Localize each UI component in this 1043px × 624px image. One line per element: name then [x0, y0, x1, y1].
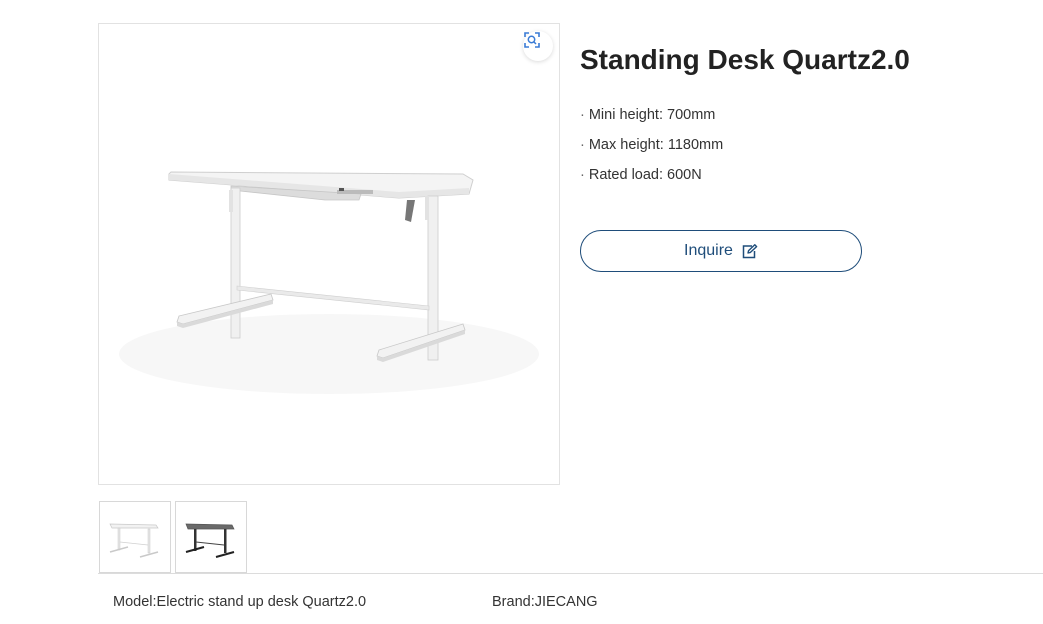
- white-desk-thumbnail-image: [109, 523, 159, 558]
- bullet-dot: ·: [580, 107, 585, 123]
- spec-text: Rated load: 600N: [588, 167, 702, 183]
- dark-desk-thumbnail-image: [185, 523, 235, 558]
- inquire-label: Inquire: [684, 242, 733, 259]
- brand-text: Brand:JIECANG: [492, 594, 598, 610]
- inquire-button[interactable]: Inquire: [580, 230, 862, 272]
- scan-zoom-icon: [524, 32, 540, 48]
- standing-desk-image: [119, 171, 539, 394]
- spec-min-height: · Mini height: 700mm: [580, 105, 723, 135]
- divider: [98, 573, 1043, 574]
- spec-text: Mini height: 700mm: [588, 107, 716, 123]
- spec-max-height: · Max height: 1180mm: [580, 135, 723, 165]
- zoom-button[interactable]: [523, 31, 553, 61]
- bullet-dot: ·: [580, 137, 585, 153]
- main-product-image[interactable]: [98, 23, 560, 485]
- spec-rated-load: · Rated load: 600N: [580, 165, 723, 195]
- spec-text: Max height: 1180mm: [588, 137, 724, 153]
- dark-desk-thumbnail[interactable]: [175, 501, 247, 573]
- edit-icon: [742, 243, 758, 258]
- product-title: Standing Desk Quartz2.0: [580, 44, 910, 75]
- spec-list: · Mini height: 700mm · Max height: 1180mm …: [580, 105, 723, 195]
- bullet-dot: ·: [580, 167, 585, 183]
- model-text: Model:Electric stand up desk Quartz2.0: [113, 594, 367, 610]
- white-desk-thumbnail[interactable]: [99, 501, 171, 573]
